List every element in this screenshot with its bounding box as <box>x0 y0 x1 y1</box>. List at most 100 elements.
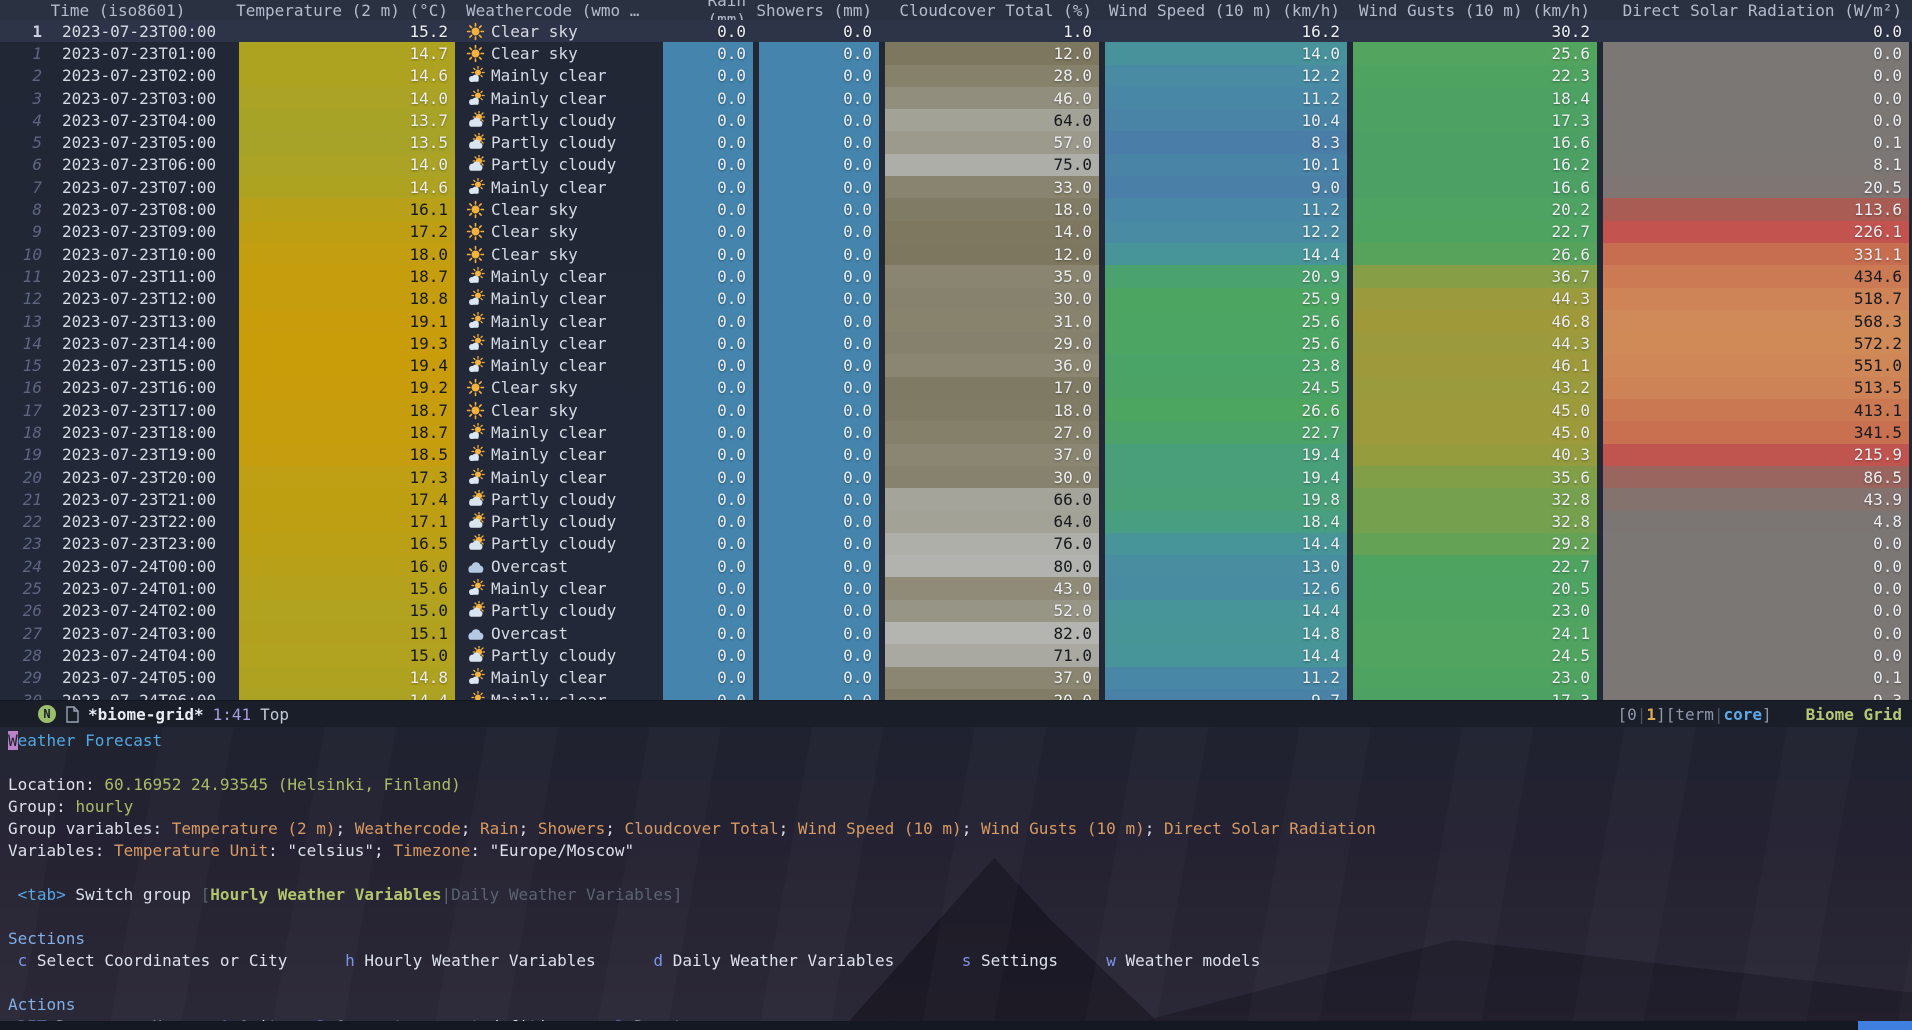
weathercode-cell: Partly cloudy <box>458 533 660 555</box>
value-cell: 16.6 <box>1350 131 1600 153</box>
table-row[interactable]: 302023-07-24T06:0014.4Mainly clear0.00.0… <box>0 689 1912 700</box>
table-row[interactable]: 262023-07-24T02:0015.0Partly cloudy0.00.… <box>0 600 1912 622</box>
value-cell: 16.2 <box>1350 154 1600 176</box>
weather-grid[interactable]: Time (iso8601) Temperature (2 m) (°C) We… <box>0 0 1912 700</box>
weathercode-cell: Overcast <box>458 555 660 577</box>
table-row[interactable]: 202023-07-23T20:0017.3Mainly clear0.00.0… <box>0 466 1912 488</box>
time-cell: 2023-07-23T21:00 <box>56 490 236 509</box>
time-cell: 2023-07-23T09:00 <box>56 222 236 241</box>
value-cell: 0.0 <box>660 466 756 488</box>
table-row[interactable]: 192023-07-23T19:0018.5Mainly clear0.00.0… <box>0 444 1912 466</box>
table-row[interactable]: 172023-07-23T17:0018.7Clear sky0.00.018.… <box>0 399 1912 421</box>
workspace-name[interactable]: Biome Grid <box>1806 705 1902 724</box>
table-row[interactable]: 62023-07-23T06:0014.0Partly cloudy0.00.0… <box>0 154 1912 176</box>
value-cell: 35.6 <box>1350 466 1600 488</box>
table-row[interactable]: 92023-07-23T09:0017.2Clear sky0.00.014.0… <box>0 221 1912 243</box>
table-row[interactable]: 152023-07-23T15:0019.4Mainly clear0.00.0… <box>0 354 1912 376</box>
value-cell: 17.3 <box>1350 109 1600 131</box>
table-row[interactable]: 252023-07-24T01:0015.6Mainly clear0.00.0… <box>0 577 1912 599</box>
table-row[interactable]: 132023-07-23T13:0019.1Mainly clear0.00.0… <box>0 310 1912 332</box>
time-cell: 2023-07-23T22:00 <box>56 512 236 531</box>
table-row[interactable]: 242023-07-24T00:0016.0Overcast0.00.080.0… <box>0 555 1912 577</box>
table-row[interactable]: 12023-07-23T01:0014.7Clear sky0.00.012.0… <box>0 42 1912 64</box>
value-cell: 22.7 <box>1350 555 1600 577</box>
table-row[interactable]: 142023-07-23T14:0019.3Mainly clear0.00.0… <box>0 332 1912 354</box>
value-cell: 43.9 <box>1600 488 1912 510</box>
table-row[interactable]: 32023-07-23T03:0014.0Mainly clear0.00.04… <box>0 87 1912 109</box>
tab-key-hint[interactable]: <tab> <box>8 885 66 904</box>
table-row[interactable]: 72023-07-23T07:0014.6Mainly clear0.00.03… <box>0 176 1912 198</box>
weathercode-cell: Mainly clear <box>458 288 660 310</box>
panel-text: ; <box>1145 819 1164 838</box>
value-cell: 0.0 <box>756 221 882 243</box>
table-row[interactable]: 52023-07-23T05:0013.5Partly cloudy0.00.0… <box>0 131 1912 153</box>
table-row[interactable]: 162023-07-23T16:0019.2Clear sky0.00.017.… <box>0 377 1912 399</box>
table-row[interactable]: 282023-07-24T04:0015.0Partly cloudy0.00.… <box>0 644 1912 666</box>
keybinding-key[interactable]: d <box>653 951 663 970</box>
value-cell: 20.9 <box>1102 265 1350 287</box>
value-cell: 14.6 <box>236 176 458 198</box>
panel-text: Group variables: <box>8 819 172 838</box>
clear-sky-icon <box>466 200 485 219</box>
panel-text[interactable]: Hourly Weather Variables <box>210 885 441 904</box>
value-cell: 64.0 <box>882 109 1102 131</box>
clear-sky-icon <box>466 22 485 41</box>
weather-label: Mainly clear <box>491 579 607 598</box>
value-cell: 82.0 <box>882 622 1102 644</box>
value-cell: 16.1 <box>236 198 458 220</box>
value-cell: 0.0 <box>660 622 756 644</box>
weathercode-cell: Mainly clear <box>458 444 660 466</box>
table-row-cursor[interactable]: 12023-07-23T00:0015.2Clear sky0.00.01.01… <box>0 20 1912 42</box>
scrollbar-thumb[interactable] <box>1858 1021 1912 1030</box>
panel-text: 60.16952 24.93545 (Helsinki, Finland) <box>104 775 460 794</box>
keybinding-key[interactable]: s <box>962 951 972 970</box>
value-cell: 19.4 <box>1102 466 1350 488</box>
panel-text: : "celsius"; <box>268 841 393 860</box>
value-cell: 10.4 <box>1102 109 1350 131</box>
weather-label: Clear sky <box>491 44 578 63</box>
keybinding-key[interactable]: c <box>8 951 27 970</box>
value-cell: 14.0 <box>236 87 458 109</box>
table-row[interactable]: 112023-07-23T11:0018.7Mainly clear0.00.0… <box>0 265 1912 287</box>
line-number: 7 <box>0 178 56 197</box>
value-cell: 28.0 <box>882 65 1102 87</box>
weathercode-cell: Partly cloudy <box>458 154 660 176</box>
value-cell: 434.6 <box>1600 265 1912 287</box>
table-row[interactable]: 22023-07-23T02:0014.6Mainly clear0.00.02… <box>0 65 1912 87</box>
value-cell: 331.1 <box>1600 243 1912 265</box>
table-row[interactable]: 212023-07-23T21:0017.4Partly cloudy0.00.… <box>0 488 1912 510</box>
cursor-position: 1:41 <box>213 705 252 724</box>
time-cell: 2023-07-23T03:00 <box>56 89 236 108</box>
value-cell: 0.0 <box>756 555 882 577</box>
keybinding-key[interactable]: h <box>345 951 355 970</box>
value-cell: 568.3 <box>1600 310 1912 332</box>
value-cell: 0.0 <box>1600 644 1912 666</box>
table-row[interactable]: 42023-07-23T04:0013.7Partly cloudy0.00.0… <box>0 109 1912 131</box>
keybinding-key[interactable]: w <box>1106 951 1116 970</box>
panel-text: ] <box>673 885 683 904</box>
line-number: 23 <box>0 534 56 553</box>
table-row[interactable]: 292023-07-24T05:0014.8Mainly clear0.00.0… <box>0 667 1912 689</box>
table-row[interactable]: 232023-07-23T23:0016.5Partly cloudy0.00.… <box>0 533 1912 555</box>
value-cell: 0.0 <box>660 444 756 466</box>
modeline-left: N *biome-grid* 1:41 Top <box>0 705 289 724</box>
window-indicator[interactable]: [0|1][term|core] <box>1618 705 1772 724</box>
panel-text: Daily Weather Variables <box>451 885 673 904</box>
time-cell: 2023-07-23T23:00 <box>56 534 236 553</box>
panel-line <box>8 752 1912 774</box>
value-cell: 22.7 <box>1102 421 1350 443</box>
table-row[interactable]: 222023-07-23T22:0017.1Partly cloudy0.00.… <box>0 511 1912 533</box>
buffer-name[interactable]: *biome-grid* <box>88 705 204 724</box>
table-row[interactable]: 102023-07-23T10:0018.0Clear sky0.00.012.… <box>0 243 1912 265</box>
table-row[interactable]: 82023-07-23T08:0016.1Clear sky0.00.018.0… <box>0 198 1912 220</box>
bottom-strip <box>0 1021 1912 1030</box>
overcast-icon <box>466 557 485 576</box>
value-cell: 0.0 <box>660 644 756 666</box>
table-row[interactable]: 122023-07-23T12:0018.8Mainly clear0.00.0… <box>0 288 1912 310</box>
value-cell: 0.0 <box>660 511 756 533</box>
value-cell: 37.0 <box>882 667 1102 689</box>
table-row[interactable]: 272023-07-24T03:0015.1Overcast0.00.082.0… <box>0 622 1912 644</box>
table-row[interactable]: 182023-07-23T18:0018.7Mainly clear0.00.0… <box>0 421 1912 443</box>
weather-label: Mainly clear <box>491 691 607 700</box>
value-cell: 17.0 <box>882 377 1102 399</box>
